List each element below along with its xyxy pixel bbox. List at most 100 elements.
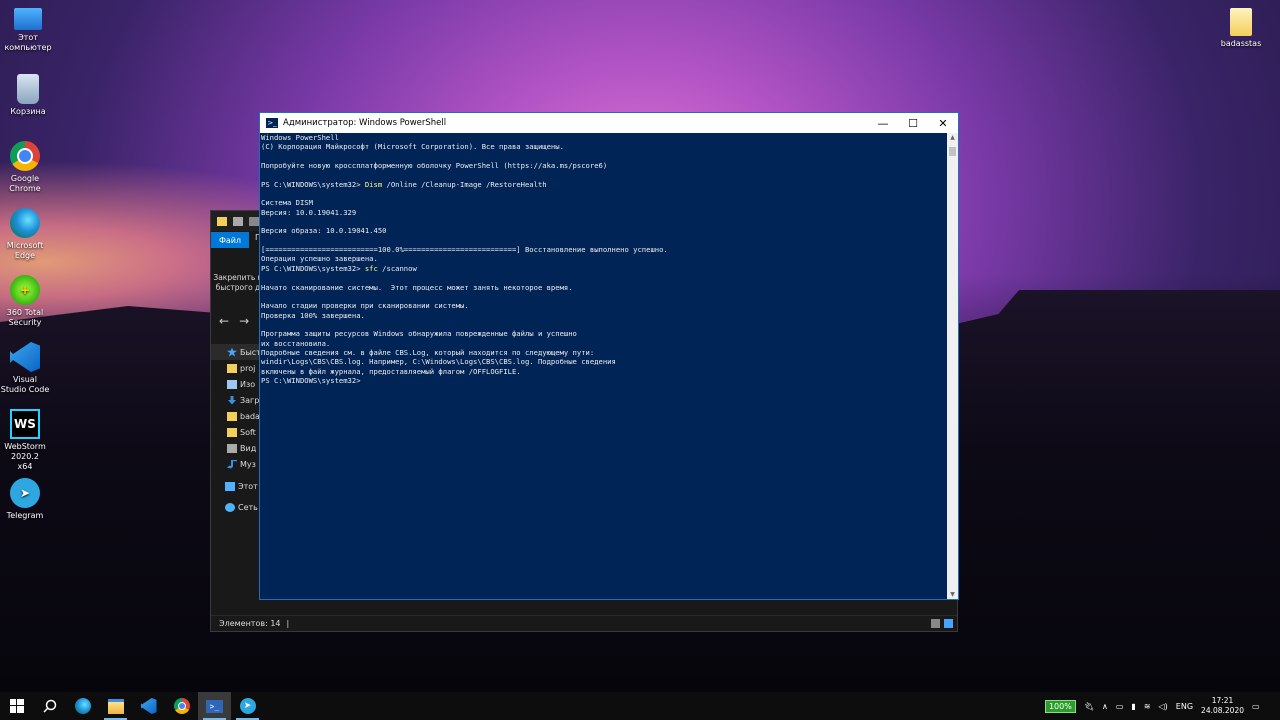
taskbar-powershell[interactable]: >_ [198, 692, 231, 720]
edge-icon [10, 208, 40, 238]
desktop-icon-edge[interactable]: Microsoft Edge [0, 208, 53, 261]
search-icon [42, 699, 56, 713]
power-plug-icon: 🔌︎ [1083, 701, 1094, 711]
desktop-icon-vscode[interactable]: Visual Studio Code [0, 342, 53, 395]
console-line: Система DISM [261, 198, 313, 208]
window-controls: — ☐ ✕ [868, 113, 958, 133]
ribbon-tab-file[interactable]: Файл [211, 232, 249, 248]
console-prompt: PS C:\WINDOWS\system32> [261, 179, 365, 189]
search-button[interactable] [33, 692, 66, 720]
desktop-icon-webstorm[interactable]: WS WebStorm 2020.2 x64 [0, 409, 53, 472]
edge-icon [74, 698, 91, 714]
explorer-navigation-pane: Быст proj Изо Загр bada Soft Вид Муз Это… [211, 344, 261, 574]
folder-icon [1230, 8, 1252, 36]
desktop-icon-chrome[interactable]: Google Chrome [0, 141, 53, 194]
scroll-up-arrow-icon[interactable]: ▲ [947, 134, 958, 141]
computer-icon [225, 481, 235, 491]
taskbar-edge[interactable] [66, 692, 99, 720]
clock[interactable]: 17:21 24.08.2020 [1201, 696, 1244, 716]
powershell-icon: >_ [266, 118, 278, 128]
console-line: Windows PowerShell [261, 133, 339, 142]
sidebar-item-badasstas[interactable]: bada [211, 408, 261, 424]
scroll-down-arrow-icon[interactable]: ▼ [947, 591, 958, 598]
sidebar-item-network[interactable]: Сеть [211, 499, 261, 515]
new-folder-icon[interactable] [249, 216, 259, 226]
desktop-icon-recycle-bin[interactable]: Корзина [0, 74, 56, 117]
maximize-button[interactable]: ☐ [898, 113, 928, 133]
forward-arrow-icon[interactable]: → [239, 314, 249, 328]
show-hidden-icons-button[interactable]: ∧ [1102, 702, 1108, 711]
date: 24.08.2020 [1201, 706, 1244, 715]
powershell-icon: >_ [206, 699, 223, 713]
desktop-icon-telegram[interactable]: ➤ Telegram [0, 478, 53, 521]
scrollbar-thumb[interactable] [949, 147, 956, 156]
console-line: Подробные сведения см. в файле CBS.Log, … [261, 347, 595, 357]
close-button[interactable]: ✕ [928, 113, 958, 133]
action-center-icon[interactable]: ▭ [1252, 702, 1272, 711]
desktop-icon-badasstas-folder[interactable]: badasstas [1213, 8, 1269, 49]
star-icon [227, 347, 237, 357]
console-scrollbar[interactable]: ▲ ▼ [947, 133, 958, 599]
video-icon [227, 443, 237, 453]
folder-icon [227, 427, 237, 437]
language-indicator[interactable]: ENG [1176, 702, 1193, 711]
desktop-icon-this-pc[interactable]: Этот компьютер [0, 8, 56, 53]
360-security-icon: + [10, 275, 40, 305]
sidebar-item-videos[interactable]: Вид [211, 440, 261, 456]
console-line: Попробуйте новую кроссплатформенную обол… [261, 161, 608, 171]
console-line: Начало стадии проверки при сканировании … [261, 301, 469, 311]
console-line: Версия: 10.0.19041.329 [261, 207, 357, 217]
powershell-titlebar[interactable]: >_ Администратор: Windows PowerShell — ☐… [260, 113, 958, 133]
console-command: sfc [364, 263, 378, 273]
taskbar-telegram[interactable]: ➤ [231, 692, 264, 720]
volume-icon[interactable]: ◁) [1159, 702, 1168, 711]
console-output[interactable]: Windows PowerShell (C) Корпорация Майкрос… [260, 133, 946, 599]
explorer-nav-buttons: ← → [219, 314, 249, 328]
battery-indicator[interactable]: 100% [1044, 699, 1076, 713]
pin-to-quick-access-button[interactable]: Закрепить н быстрого д [213, 273, 263, 293]
details-view-icon[interactable] [931, 619, 940, 628]
console-line: PS C:\WINDOWS\system32> [261, 375, 361, 385]
view-mode-buttons [931, 619, 953, 628]
meet-now-icon[interactable]: ▭ [1116, 702, 1124, 711]
console-command-args: /scannow [377, 263, 417, 273]
large-icons-view-icon[interactable] [944, 619, 953, 628]
windows-start-icon [9, 699, 24, 713]
music-icon [227, 459, 237, 469]
taskbar-chrome[interactable] [165, 692, 198, 720]
vscode-icon [10, 342, 40, 372]
console-prompt: PS C:\WINDOWS\system32> [261, 263, 365, 273]
start-button[interactable] [0, 692, 33, 720]
wifi-icon[interactable]: ≋ [1144, 702, 1151, 711]
sidebar-item-this-pc[interactable]: Этот к [211, 478, 261, 494]
file-explorer-icon [107, 698, 124, 714]
sidebar-item-projects[interactable]: proj [211, 360, 261, 376]
item-count: Элементов: 14 [219, 619, 281, 628]
taskbar-vscode[interactable] [132, 692, 165, 720]
minimize-button[interactable]: — [868, 113, 898, 133]
console-line: Программа защиты ресурсов Windows обнару… [261, 329, 577, 339]
sidebar-item-pictures[interactable]: Изо [211, 376, 261, 392]
console-line: (C) Корпорация Майкрософт (Microsoft Cor… [261, 142, 564, 152]
powershell-window[interactable]: >_ Администратор: Windows PowerShell — ☐… [259, 112, 959, 600]
sidebar-item-soft[interactable]: Soft [211, 424, 261, 440]
sidebar-item-quick-access[interactable]: Быст [211, 344, 261, 360]
console-line: Проверка 100% завершена. [261, 310, 365, 320]
taskbar-file-explorer[interactable] [99, 692, 132, 720]
computer-icon [14, 8, 42, 30]
sidebar-item-music[interactable]: Муз [211, 456, 261, 472]
battery-icon[interactable]: ▮ [1131, 702, 1135, 711]
console-line: Операция успешно завершена. [261, 254, 378, 264]
properties-icon[interactable] [233, 216, 243, 226]
folder-icon [227, 363, 237, 373]
sidebar-item-downloads[interactable]: Загр [211, 392, 261, 408]
desktop-icon-360-total-security[interactable]: + 360 Total Security [0, 275, 53, 328]
taskbar: >_ ➤ 100% 🔌︎ ∧ ▭ ▮ ≋ ◁) ENG 17:21 24.08.… [0, 692, 1280, 720]
back-arrow-icon[interactable]: ← [219, 314, 229, 328]
console-line: Начато сканирование системы. Этот процес… [261, 282, 573, 292]
